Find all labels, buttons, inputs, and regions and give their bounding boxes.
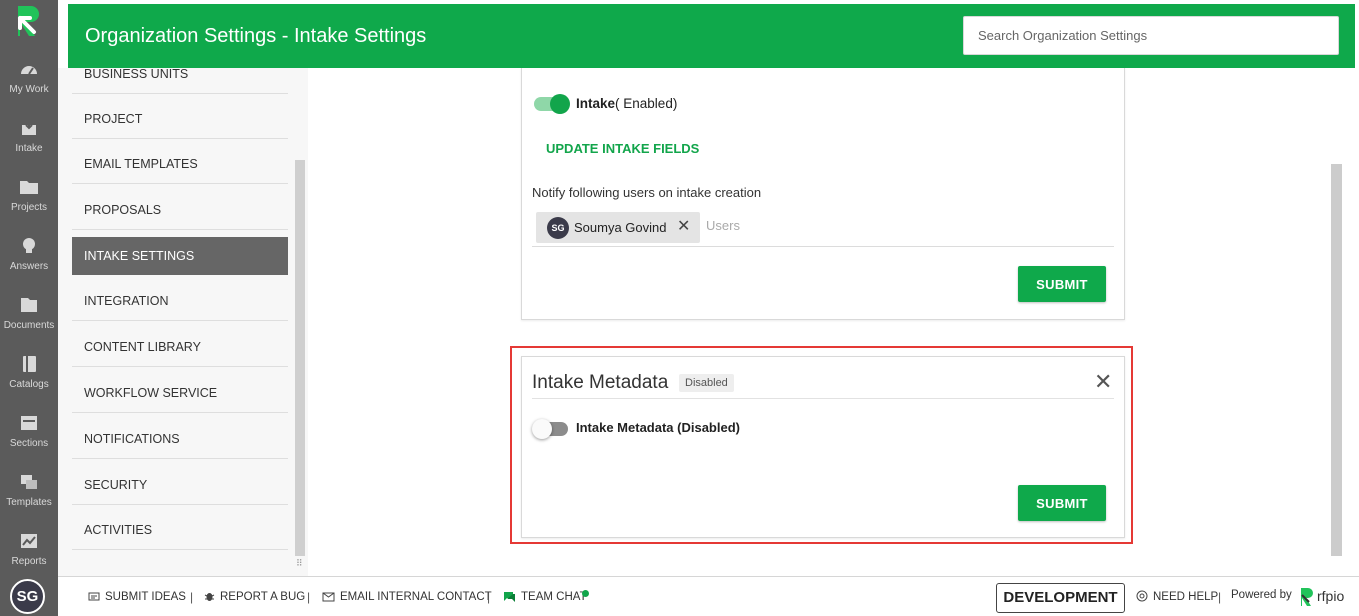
rfpio-logo-icon xyxy=(1301,588,1313,606)
submit-ideas-link[interactable]: SUBMIT IDEAS xyxy=(88,591,186,603)
email-contact-label: EMAIL INTERNAL CONTACT xyxy=(340,591,492,603)
nav-item-business-units[interactable]: BUSINESS UNITS xyxy=(72,54,288,94)
envelope-icon xyxy=(322,592,335,602)
chip-name: Soumya Govind xyxy=(574,220,667,235)
rail-templates[interactable]: Templates xyxy=(0,473,58,529)
online-status-dot xyxy=(582,590,589,597)
chat-icon xyxy=(504,592,515,602)
nav-item-notifications[interactable]: NOTIFICATIONS xyxy=(72,419,288,459)
rail-label: Sections xyxy=(9,438,49,449)
separator: | xyxy=(487,590,491,604)
rail-label: Catalogs xyxy=(9,379,49,390)
settings-nav: BUSINESS UNITS PROJECT EMAIL TEMPLATES P… xyxy=(58,67,308,576)
app-rail: My Work Intake Projects Answers Document… xyxy=(0,0,58,616)
page-title: Organization Settings - Intake Settings xyxy=(85,25,427,47)
intake-submit-button[interactable]: SUBMIT xyxy=(1018,266,1106,302)
metadata-submit-button[interactable]: SUBMIT xyxy=(1018,485,1106,521)
chip-avatar: SG xyxy=(547,217,569,239)
intake-state: ( Enabled) xyxy=(615,96,678,111)
intake-card: Intake( Enabled) UPDATE INTAKE FIELDS No… xyxy=(521,68,1125,320)
status-badge: Disabled xyxy=(679,374,734,392)
users-input-underline xyxy=(532,246,1114,247)
nav-item-integration[interactable]: INTEGRATION xyxy=(72,281,288,321)
separator: | xyxy=(307,590,311,604)
toggle-knob xyxy=(532,419,552,439)
rail-my-work[interactable]: My Work xyxy=(0,60,58,116)
chip-remove-icon[interactable]: ✕ xyxy=(677,219,690,235)
nav-item-project[interactable]: PROJECT xyxy=(72,99,288,139)
team-chat-link[interactable]: TEAM CHAT xyxy=(503,591,587,603)
nav-item-proposals[interactable]: PROPOSALS xyxy=(72,190,288,230)
footer: SUBMIT IDEAS | REPORT A BUG | EMAIL INTE… xyxy=(58,576,1359,616)
nav-item-workflow-service[interactable]: WORKFLOW SERVICE xyxy=(72,373,288,413)
update-intake-fields-link[interactable]: UPDATE INTAKE FIELDS xyxy=(546,141,699,156)
gauge-icon xyxy=(21,66,37,75)
resize-grip-icon[interactable]: ⠿ xyxy=(296,558,303,569)
rail-intake[interactable]: Intake xyxy=(0,119,58,175)
rail-label: Documents xyxy=(3,320,55,331)
nav-item-intake-settings[interactable]: INTAKE SETTINGS xyxy=(72,237,288,275)
lightbulb-icon xyxy=(23,238,35,253)
report-bug-label: REPORT A BUG xyxy=(220,591,306,603)
metadata-title: Intake Metadata xyxy=(532,372,669,393)
rfpio-brand-text: rfpio xyxy=(1317,588,1345,604)
user-chip: SG Soumya Govind ✕ xyxy=(536,212,700,243)
rail-label: My Work xyxy=(9,84,49,95)
need-help-link[interactable]: NEED HELP xyxy=(1136,590,1218,603)
documents-icon xyxy=(21,298,37,312)
intake-metadata-toggle[interactable] xyxy=(532,419,568,439)
need-help-label: NEED HELP xyxy=(1153,591,1219,603)
close-icon[interactable]: ✕ xyxy=(1094,371,1112,393)
divider xyxy=(532,398,1114,399)
rail-projects[interactable]: Projects xyxy=(0,178,58,234)
folder-icon xyxy=(20,181,38,194)
report-bug-link[interactable]: REPORT A BUG xyxy=(204,591,305,603)
rail-label: Answers xyxy=(9,261,49,272)
intake-label: Intake xyxy=(576,96,616,111)
users-input[interactable] xyxy=(706,218,906,233)
email-internal-contact-link[interactable]: EMAIL INTERNAL CONTACT xyxy=(322,591,492,603)
intake-toggle-label: Intake( Enabled) xyxy=(576,96,677,111)
rail-answers[interactable]: Answers xyxy=(0,237,58,293)
submit-ideas-label: SUBMIT IDEAS xyxy=(105,591,186,603)
inbox-download-icon xyxy=(22,120,36,135)
environment-badge: DEVELOPMENT xyxy=(996,583,1125,613)
rail-label: Intake xyxy=(15,143,43,154)
intake-toggle[interactable] xyxy=(534,94,570,114)
rail-documents[interactable]: Documents xyxy=(0,296,58,352)
intake-metadata-card: Intake Metadata Disabled ✕ Intake Metada… xyxy=(521,356,1125,538)
nav-item-content-library[interactable]: CONTENT LIBRARY xyxy=(72,327,288,367)
rail-label: Projects xyxy=(10,202,48,213)
notify-users-label: Notify following users on intake creatio… xyxy=(532,185,762,200)
main-scrollbar[interactable] xyxy=(1331,164,1342,556)
templates-icon xyxy=(21,475,37,489)
separator: | xyxy=(190,590,194,604)
lifebuoy-icon xyxy=(1136,590,1148,602)
nav-scrollbar[interactable] xyxy=(295,160,305,556)
metadata-toggle-label: Intake Metadata (Disabled) xyxy=(576,420,740,435)
rail-sections[interactable]: Sections xyxy=(0,414,58,470)
chart-icon xyxy=(21,534,37,548)
nav-item-activities[interactable]: ACTIVITIES xyxy=(72,510,288,550)
rail-catalogs[interactable]: Catalogs xyxy=(0,355,58,411)
search-input[interactable] xyxy=(963,16,1339,55)
toggle-knob xyxy=(550,94,570,114)
comment-icon xyxy=(88,592,100,601)
sections-icon xyxy=(21,416,37,430)
bug-icon xyxy=(204,593,215,601)
rail-label: Reports xyxy=(11,556,47,567)
team-chat-label: TEAM CHAT xyxy=(521,591,587,603)
user-avatar[interactable]: SG xyxy=(10,579,45,614)
rfpio-logo-icon[interactable] xyxy=(14,4,44,40)
nav-item-email-templates[interactable]: EMAIL TEMPLATES xyxy=(72,144,288,184)
catalog-icon xyxy=(23,356,36,372)
nav-item-security[interactable]: SECURITY xyxy=(72,465,288,505)
separator: | xyxy=(1218,590,1222,604)
rail-label: Templates xyxy=(6,497,52,508)
powered-by-label: Powered by xyxy=(1231,589,1292,601)
